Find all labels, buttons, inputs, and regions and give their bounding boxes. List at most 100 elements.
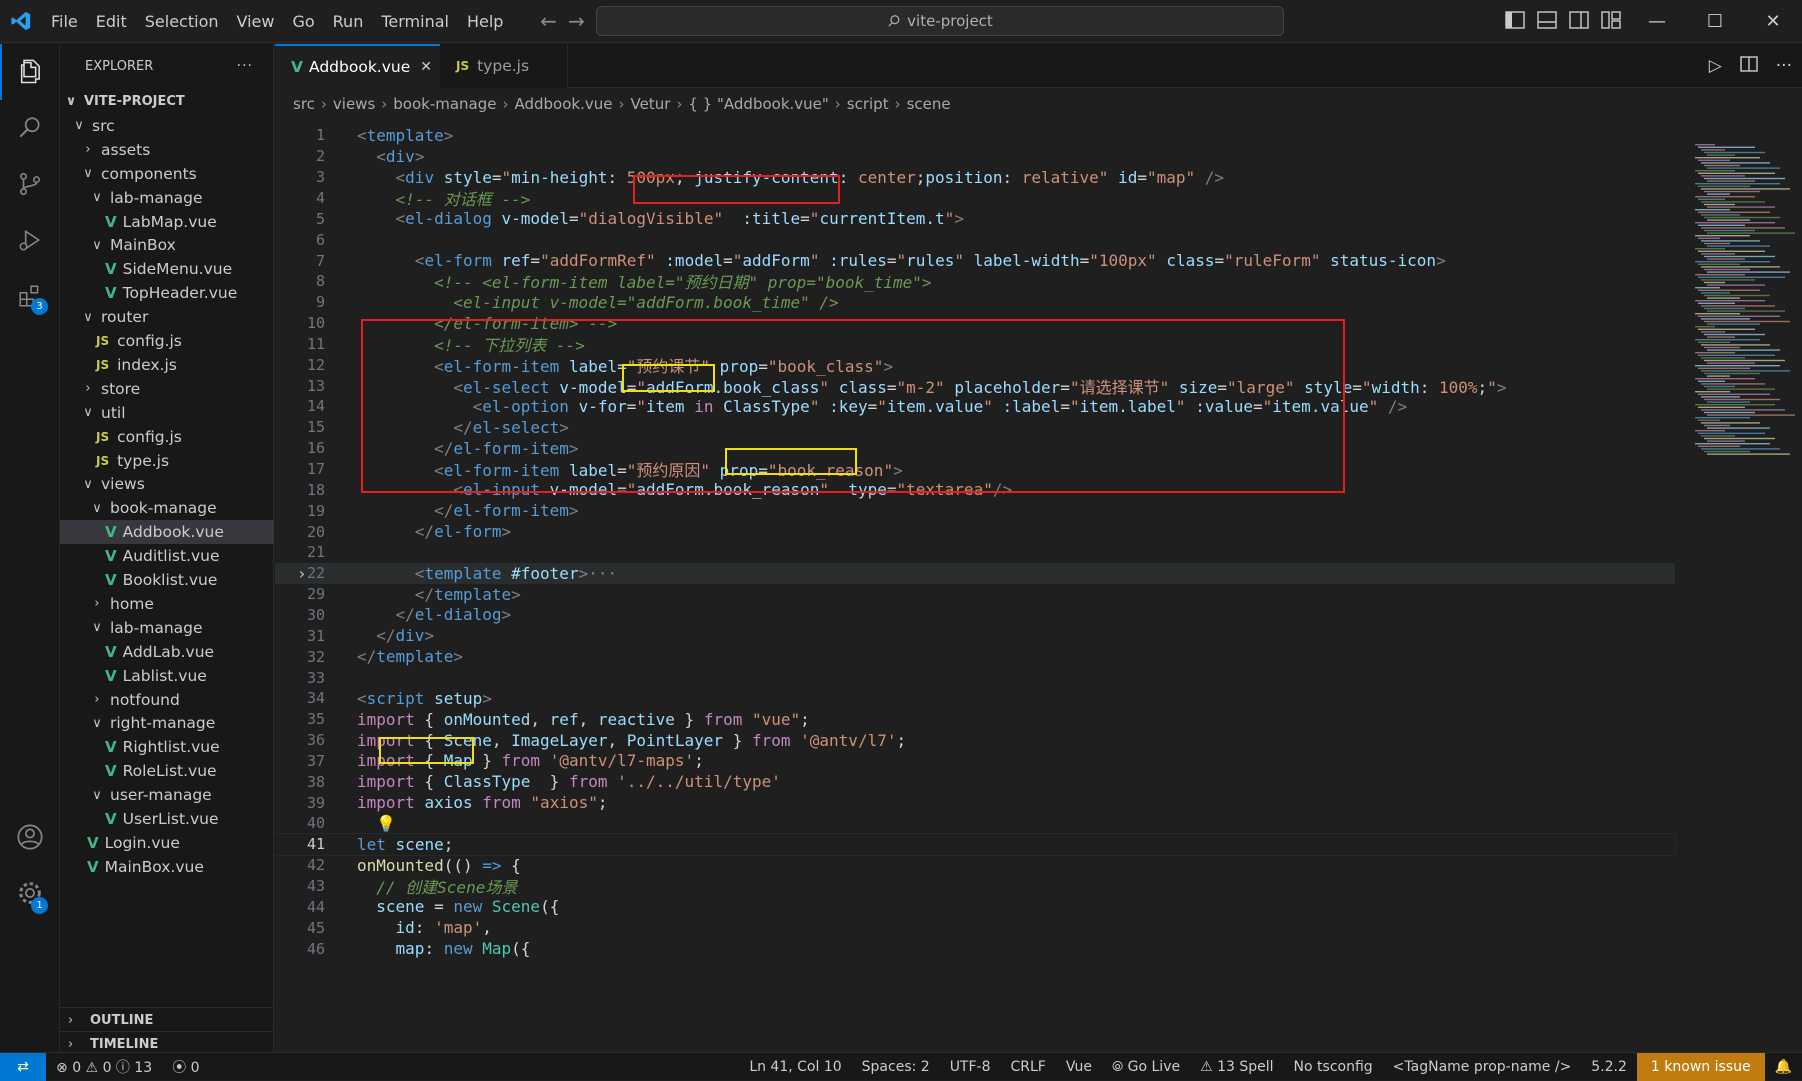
run-code-icon[interactable]: ▷ (1709, 56, 1722, 76)
tree-file[interactable]: V LabMap.vue (60, 210, 274, 234)
tree-file[interactable]: V Rightlist.vue (60, 735, 274, 759)
breadcrumb-item[interactable]: Vetur (630, 95, 670, 113)
tree-file[interactable]: JS index.js (60, 353, 274, 377)
outline-section[interactable]: › OUTLINE (60, 1007, 274, 1033)
split-editor-icon[interactable] (1740, 55, 1758, 77)
tree-folder[interactable]: ∨ lab-manage (60, 186, 274, 210)
tagname-hint[interactable]: <TagName prop-name /> (1383, 1059, 1582, 1075)
tree-folder[interactable]: ∨ book-manage (60, 496, 274, 520)
code-editor[interactable]: 1 <template> 2 <div> 3 <div style="min-heig… (275, 125, 1775, 1053)
go-live-button[interactable]: ⦾ Go Live (1102, 1059, 1190, 1075)
tree-folder[interactable]: ∨ right-manage (60, 712, 274, 736)
code-line[interactable]: 34 <script setup> (275, 688, 1675, 709)
menu-item-file[interactable]: File (42, 0, 87, 43)
code-line[interactable]: 31 </div> (275, 625, 1675, 646)
remote-icon[interactable]: ⇄ (0, 1052, 46, 1081)
code-line[interactable]: 20 </el-form> (275, 521, 1675, 542)
menu-item-run[interactable]: Run (324, 0, 373, 43)
tree-folder[interactable]: ∨ util (60, 401, 274, 425)
tree-folder[interactable]: › notfound (60, 688, 274, 712)
tree-folder[interactable]: ∨ src (60, 114, 274, 138)
cursor-position[interactable]: Ln 41, Col 10 (739, 1059, 851, 1075)
code-line[interactable]: 6 (275, 229, 1675, 250)
tree-file[interactable]: V Lablist.vue (60, 664, 274, 688)
line-ending[interactable]: CRLF (1001, 1059, 1056, 1075)
code-line[interactable]: 7 <el-form ref="addFormRef" :model="addF… (275, 250, 1675, 271)
tree-folder[interactable]: ∨ router (60, 305, 274, 329)
command-center-search[interactable]: vite-project (596, 6, 1284, 36)
code-line[interactable]: 1 <template> (275, 125, 1675, 146)
breadcrumb-item[interactable]: views (333, 95, 375, 113)
code-line[interactable]: 41 let scene; (275, 832, 1676, 856)
code-line[interactable]: 32 </template> (275, 646, 1675, 667)
back-arrow-icon[interactable]: ← (534, 9, 562, 33)
tree-folder[interactable]: ∨ components (60, 162, 274, 186)
customize-layout-icon[interactable] (1601, 11, 1623, 31)
search-view-icon[interactable] (0, 100, 60, 156)
breadcrumb-item[interactable]: Addbook.vue (515, 95, 613, 113)
tree-file[interactable]: V Auditlist.vue (60, 544, 274, 568)
code-line[interactable]: 4 <!-- 对话框 --> (275, 188, 1675, 209)
code-line[interactable]: 42 onMounted(() => { (275, 855, 1675, 876)
version[interactable]: 5.2.2 (1581, 1059, 1637, 1075)
close-tab-icon[interactable]: ✕ (420, 59, 432, 75)
code-line[interactable]: 9 <el-input v-model="addForm.book_time" … (275, 292, 1675, 313)
forward-arrow-icon[interactable]: → (562, 9, 590, 33)
minimize-icon[interactable]: — (1628, 0, 1686, 43)
tree-file[interactable]: V Login.vue (60, 831, 274, 855)
code-line[interactable]: 3 <div style="min-height: 500px; justify… (275, 167, 1675, 188)
code-line[interactable]: 35 import { onMounted, ref, reactive } fr… (275, 709, 1675, 730)
tree-file[interactable]: V Booklist.vue (60, 568, 274, 592)
manage-gear-icon[interactable]: 1 (0, 865, 60, 921)
spell-check[interactable]: ⚠ 13 Spell (1190, 1059, 1283, 1075)
breadcrumb-item[interactable]: script (847, 95, 889, 113)
tab-addbook-vue[interactable]: V Addbook.vue ✕ (275, 44, 440, 88)
indentation[interactable]: Spaces: 2 (852, 1059, 940, 1075)
code-line[interactable]: 21 (275, 542, 1675, 563)
problems-indicator[interactable]: ⊗ 0 ⚠ 0 ⓘ 13 (46, 1057, 162, 1077)
code-line[interactable]: 40 💡 (275, 813, 1675, 834)
accounts-icon[interactable] (0, 809, 60, 865)
breadcrumb-item[interactable]: scene (907, 95, 951, 113)
tree-file[interactable]: JS config.js (60, 425, 274, 449)
explorer-icon[interactable] (0, 44, 60, 100)
tree-folder[interactable]: › assets (60, 138, 274, 162)
menu-item-edit[interactable]: Edit (87, 0, 136, 43)
code-line[interactable]: 46 map: new Map({ (275, 938, 1675, 959)
code-line[interactable]: 29 </template> (275, 584, 1675, 605)
tree-file[interactable]: V Addbook.vue (60, 520, 274, 545)
project-root[interactable]: ∨ VITE-PROJECT (60, 88, 274, 114)
extensions-icon[interactable]: 3 (0, 268, 60, 324)
menu-item-go[interactable]: Go (283, 0, 323, 43)
code-line[interactable]: 30 </el-dialog> (275, 605, 1675, 626)
close-window-icon[interactable]: ✕ (1744, 0, 1802, 43)
tree-folder[interactable]: ∨ user-manage (60, 783, 274, 807)
source-control-icon[interactable] (0, 156, 60, 212)
breadcrumb-item[interactable]: book-manage (393, 95, 496, 113)
menu-item-terminal[interactable]: Terminal (372, 0, 458, 43)
minimap[interactable] (1690, 144, 1802, 464)
toggle-panel-icon[interactable] (1537, 11, 1559, 31)
code-line[interactable]: 39 import axios from "axios"; (275, 792, 1675, 813)
tree-file[interactable]: V MainBox.vue (60, 855, 274, 879)
ports-indicator[interactable]: ⦿ 0 (162, 1057, 209, 1077)
tree-file[interactable]: V TopHeader.vue (60, 281, 274, 305)
menu-item-selection[interactable]: Selection (136, 0, 228, 43)
tree-file[interactable]: V UserList.vue (60, 807, 274, 831)
breadcrumb-item[interactable]: src (293, 95, 315, 113)
code-line[interactable]: 43 // 创建Scene场景 (275, 876, 1675, 897)
toggle-primary-sidebar-icon[interactable] (1505, 11, 1527, 31)
known-issue-badge[interactable]: 1 known issue (1636, 1053, 1765, 1081)
tree-file[interactable]: JS config.js (60, 329, 274, 353)
code-line[interactable]: 37 import { Map } from '@antv/l7-maps'; (275, 751, 1675, 772)
language-mode[interactable]: Vue (1056, 1059, 1102, 1075)
tree-folder[interactable]: ∨ views (60, 473, 274, 497)
tree-file[interactable]: JS type.js (60, 449, 274, 473)
code-line[interactable]: 8 <!-- <el-form-item label="预约日期" prop="… (275, 271, 1675, 292)
menu-item-help[interactable]: Help (458, 0, 512, 43)
maximize-icon[interactable]: ☐ (1686, 0, 1744, 43)
tree-folder[interactable]: › home (60, 592, 274, 616)
editor-more-icon[interactable]: ··· (1776, 56, 1792, 76)
code-line[interactable]: 5 <el-dialog v-model="dialogVisible" :ti… (275, 208, 1675, 229)
code-line[interactable]: 45 id: 'map', (275, 917, 1675, 938)
